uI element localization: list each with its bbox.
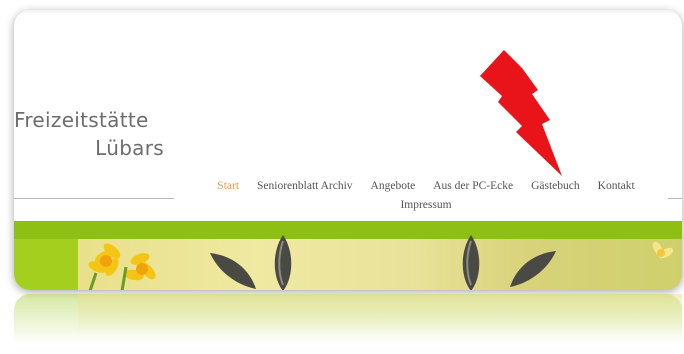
nav-item-start[interactable]: Start: [217, 177, 239, 196]
site-title-line1: Freizeitstätte: [14, 108, 149, 132]
nav-item-angebote[interactable]: Angebote: [371, 177, 416, 196]
sunflower-seed-icon: [462, 235, 480, 290]
daffodil-icon: [652, 241, 674, 259]
nav-item-impressum[interactable]: Impressum: [400, 196, 451, 215]
nav-item-gaestebuch[interactable]: Gästebuch: [531, 177, 580, 196]
main-nav: Start Seniorenblatt Archiv Angebote Aus …: [176, 177, 676, 215]
sunflower-seed-icon: [210, 253, 256, 289]
red-lightning-arrow-icon: [480, 50, 562, 176]
top-strip: [14, 10, 682, 16]
page-reflection: [14, 294, 682, 354]
banner-image: [14, 235, 682, 290]
daffodil-icon: [88, 243, 156, 290]
site-title-line2: Lübars: [95, 136, 164, 160]
sunflower-seed-icon: [510, 251, 556, 287]
sunflower-seed-icon: [274, 235, 292, 290]
nav-item-pc-ecke[interactable]: Aus der PC-Ecke: [433, 177, 513, 196]
banner-photo: [78, 235, 682, 290]
divider-left: [14, 198, 174, 199]
nav-item-kontakt[interactable]: Kontakt: [598, 177, 635, 196]
banner-reflection: [78, 294, 682, 334]
site-title[interactable]: Freizeitstätte Lübars: [14, 106, 164, 162]
nav-item-seniorenblatt-archiv[interactable]: Seniorenblatt Archiv: [257, 177, 353, 196]
page-frame: Freizeitstätte Lübars Start Seniorenblat…: [14, 10, 682, 290]
